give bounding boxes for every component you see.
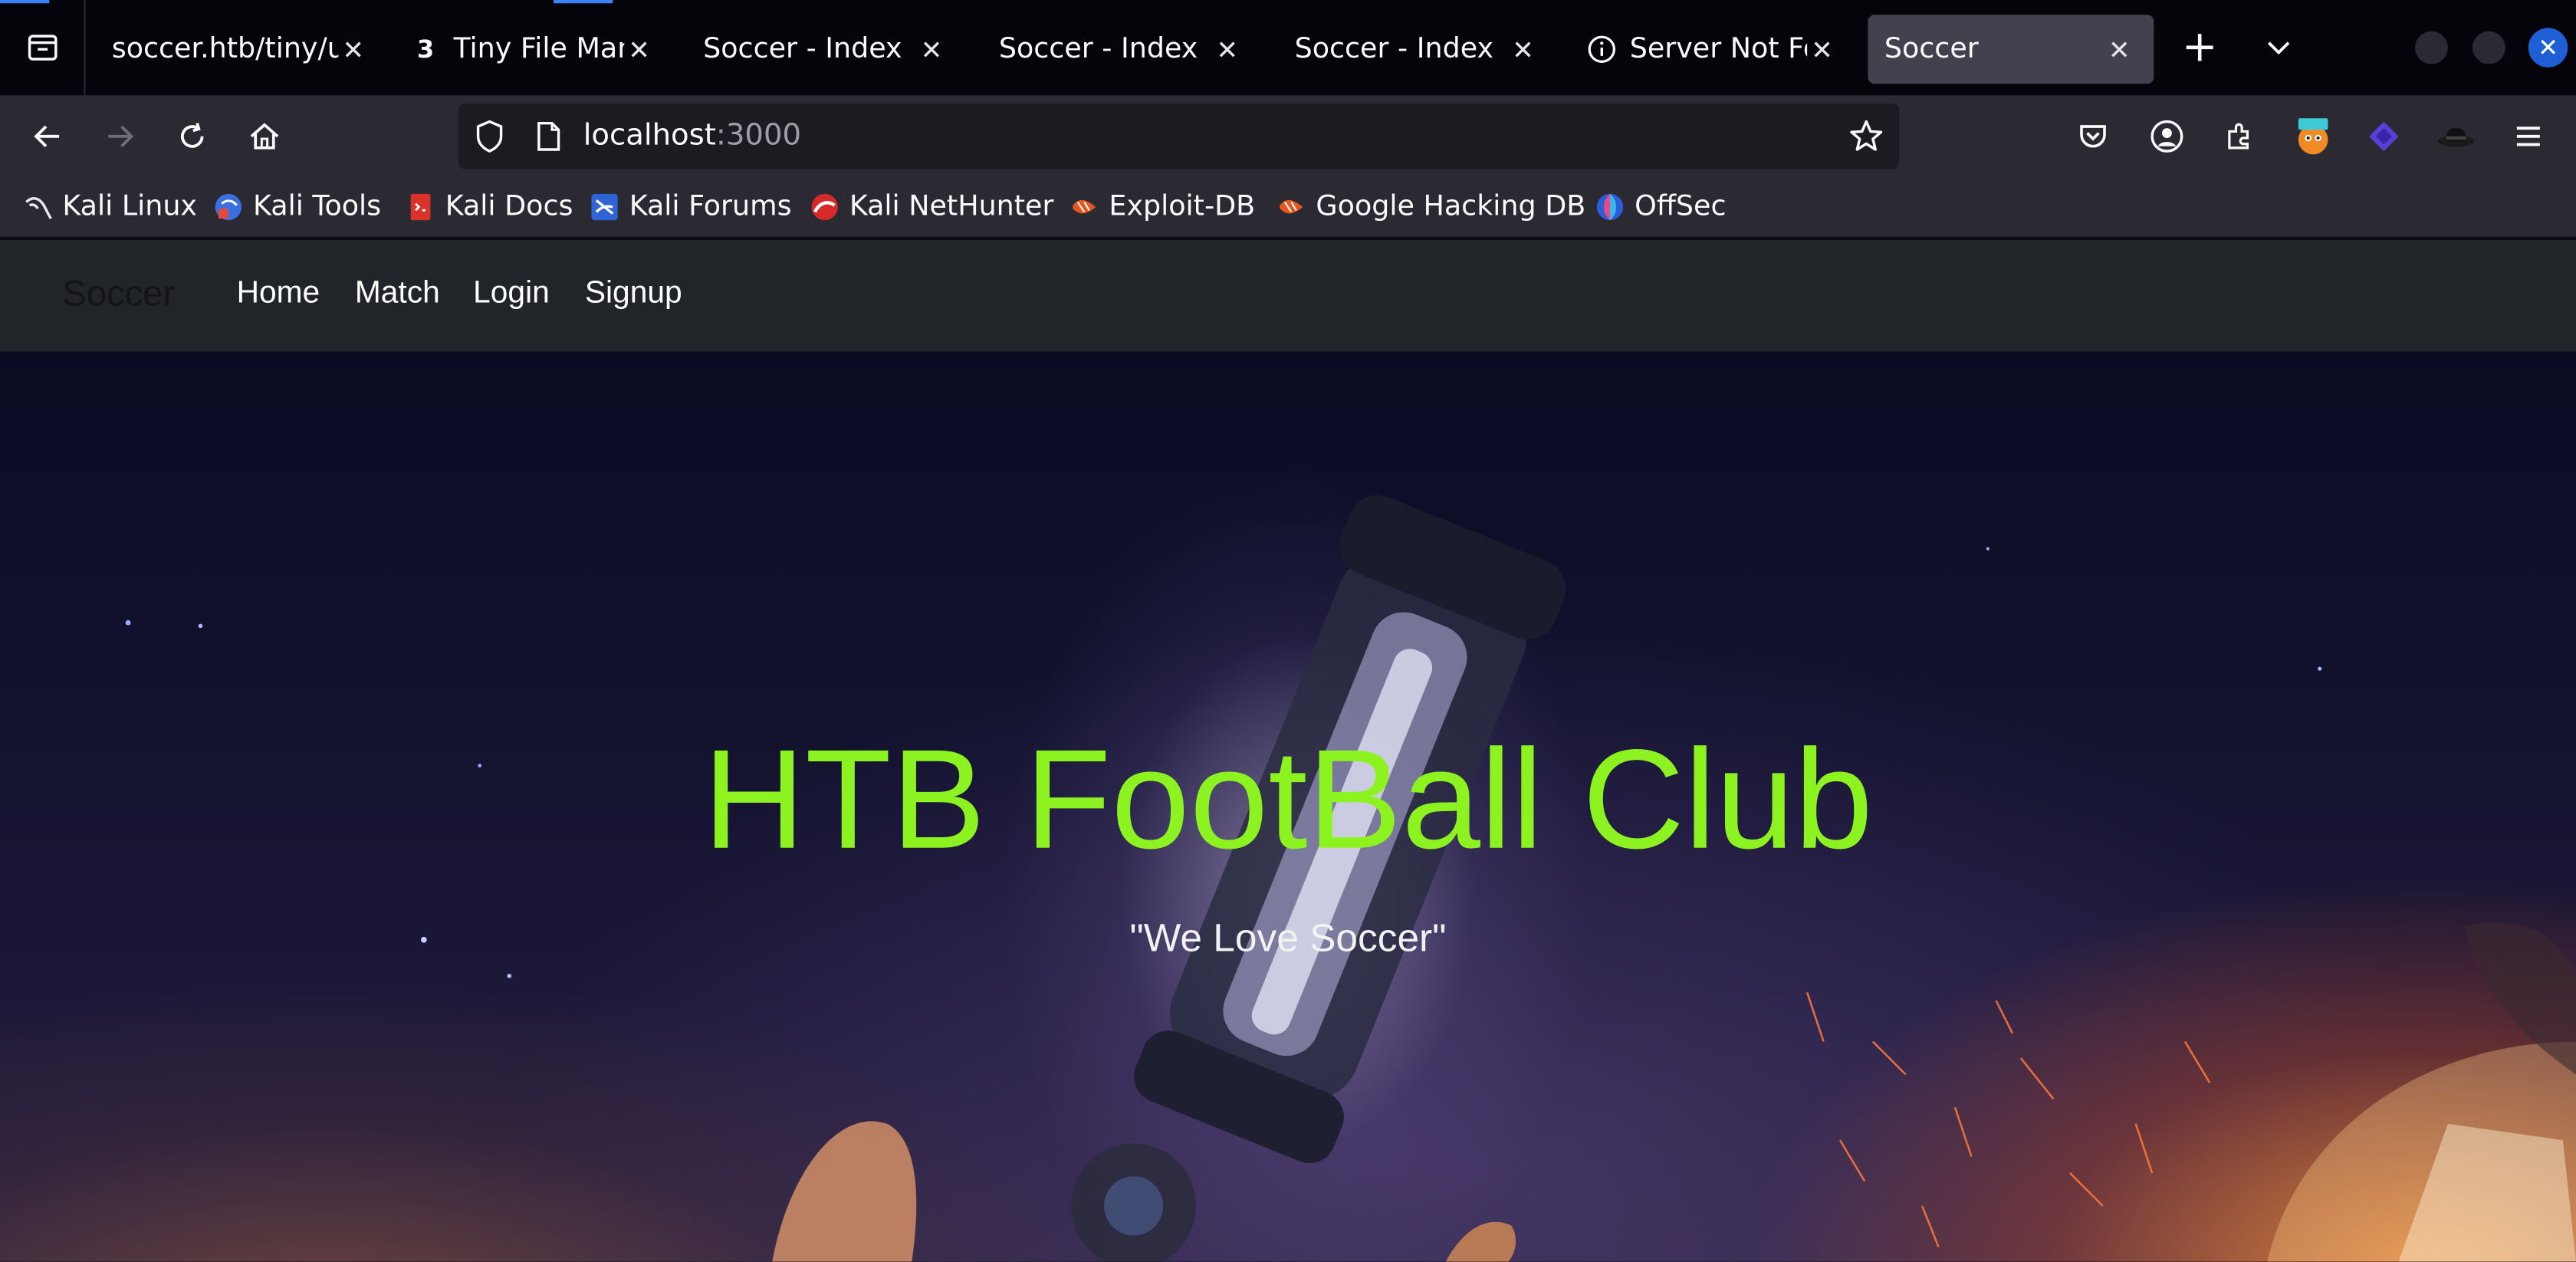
tab-soccer-index-1[interactable]: Soccer - Index ✕ (683, 15, 966, 84)
app-menu-button[interactable] (2504, 112, 2553, 161)
nethunter-icon (810, 192, 840, 222)
url-text[interactable]: localhost:3000 (583, 104, 801, 169)
foxyproxy-icon (2369, 121, 2399, 152)
chevron-down-icon (2267, 41, 2290, 55)
new-tab-button[interactable]: + (2175, 23, 2224, 72)
nav-link-login[interactable]: Login (473, 276, 550, 312)
pocket-button[interactable] (2068, 112, 2118, 161)
web-page: Soccer Home Match Login Signup HTB FootB… (0, 239, 2576, 1262)
tab-soccer-active[interactable]: Soccer ✕ (1868, 15, 2154, 84)
nav-link-match[interactable]: Match (355, 276, 440, 312)
hero-banner: HTB FootBall Club "We Love Soccer" (0, 351, 2576, 1262)
kali-forums-icon (590, 192, 619, 222)
close-tab-icon[interactable]: ✕ (1212, 34, 1242, 65)
tab-soccer-index-2[interactable]: Soccer - Index ✕ (979, 15, 1262, 84)
hat-icon (2438, 128, 2475, 147)
tab-title: Server Not Fo (1629, 32, 1808, 66)
firefox-view-icon (27, 35, 57, 61)
burp-icon (2298, 118, 2328, 155)
site-navbar: Soccer Home Match Login Signup (0, 239, 2576, 352)
tab-server-not-found[interactable]: Server Not Fo ✕ (1571, 15, 1854, 84)
hat-extension-button[interactable] (2431, 112, 2480, 161)
reload-icon (180, 123, 204, 148)
account-icon (2150, 120, 2183, 153)
close-tab-icon[interactable]: ✕ (2104, 34, 2134, 65)
url-bar[interactable]: localhost:3000 (458, 104, 1900, 169)
firefox-view-button[interactable] (0, 0, 86, 96)
url-host: localhost (583, 118, 716, 153)
bookmark-label: Kali Tools (253, 190, 382, 224)
minimize-window-button[interactable] (2415, 31, 2448, 64)
account-button[interactable] (2142, 112, 2191, 161)
close-tab-icon[interactable]: ✕ (624, 34, 654, 65)
bookmark-kali-linux[interactable]: Kali Linux (23, 186, 197, 228)
bookmark-label: Kali Linux (62, 190, 197, 224)
tab-title: Soccer - Index (998, 32, 1198, 66)
home-button[interactable] (240, 112, 289, 161)
site-brand[interactable]: Soccer (62, 273, 175, 316)
nav-link-home[interactable]: Home (237, 276, 320, 312)
forward-arrow-icon (108, 125, 134, 148)
maximize-window-button[interactable] (2472, 31, 2505, 64)
kali-docs-icon (406, 192, 435, 222)
navigation-toolbar: localhost:3000 (0, 95, 2576, 178)
tracking-protection-shield-icon[interactable] (472, 118, 508, 154)
bookmark-label: Kali Docs (445, 190, 573, 224)
bookmark-label: Kali Forums (629, 190, 792, 224)
hero-subtitle: "We Love Soccer" (1129, 916, 1447, 961)
close-tab-icon[interactable]: ✕ (1807, 34, 1837, 65)
hero-title: HTB FootBall Club (702, 721, 1874, 879)
forward-button[interactable] (95, 112, 144, 161)
close-tab-icon[interactable]: ✕ (917, 34, 947, 65)
pocket-icon (2080, 125, 2106, 148)
close-window-button[interactable]: ✕ (2528, 28, 2568, 67)
info-icon (1587, 35, 1617, 64)
tab-indicator (554, 0, 613, 4)
extensions-icon (2228, 123, 2249, 150)
bookmark-offsec[interactable]: OffSec (1595, 186, 1727, 228)
menu-icon (2516, 127, 2540, 146)
nav-link-signup[interactable]: Signup (585, 276, 682, 312)
tab-title: Tiny File Mana (453, 32, 624, 66)
bookmark-exploit-db[interactable]: Exploit-DB (1070, 186, 1255, 228)
tab-title: Soccer - Index (1294, 32, 1494, 66)
kali-dragon-icon (23, 192, 53, 222)
url-port: :3000 (715, 118, 802, 153)
reload-button[interactable] (168, 112, 217, 161)
tiny-file-manager-icon: 3 (416, 35, 435, 64)
tab-tiny-file-manager[interactable]: 3 Tiny File Mana ✕ (388, 15, 671, 84)
bookmark-kali-nethunter[interactable]: Kali NetHunter (810, 186, 1053, 228)
bookmark-label: Exploit-DB (1109, 190, 1256, 224)
bookmark-kali-tools[interactable]: Kali Tools (214, 186, 382, 228)
list-all-tabs-button[interactable] (2254, 23, 2303, 72)
ghdb-icon (1276, 192, 1306, 222)
kali-tools-icon (214, 192, 244, 222)
bookmark-label: Google Hacking DB (1316, 190, 1586, 224)
close-tab-icon[interactable]: ✕ (338, 34, 368, 65)
bookmark-google-hacking-db[interactable]: Google Hacking DB (1276, 186, 1585, 228)
bookmark-star-icon[interactable] (1847, 117, 1886, 156)
tab-strip: soccer.htb/tiny/u ✕ 3 Tiny File Mana ✕ S… (0, 0, 2576, 96)
offsec-icon (1595, 192, 1625, 222)
bookmark-kali-docs[interactable]: Kali Docs (406, 186, 573, 228)
bookmark-label: Kali NetHunter (849, 190, 1054, 224)
bookmarks-toolbar: Kali Linux Kali Tools Kali Docs Kali For… (0, 177, 2576, 238)
tab-title: Soccer (1884, 32, 1979, 66)
exploit-db-icon (1070, 192, 1099, 222)
close-tab-icon[interactable]: ✕ (1508, 34, 1538, 65)
tab-title: soccer.htb/tiny/u (111, 32, 339, 66)
back-button[interactable] (23, 112, 72, 161)
home-icon (250, 123, 279, 150)
tab-soccer-tiny[interactable]: soccer.htb/tiny/u ✕ (92, 15, 388, 84)
bookmark-kali-forums[interactable]: Kali Forums (590, 186, 792, 228)
page-info-icon[interactable] (531, 118, 567, 154)
tab-title: Soccer - Index (703, 32, 902, 66)
extensions-button[interactable] (2215, 112, 2264, 161)
bookmark-label: OffSec (1635, 190, 1727, 224)
foxyproxy-button[interactable] (2359, 112, 2408, 161)
tab-soccer-index-3[interactable]: Soccer - Index ✕ (1275, 15, 1558, 84)
burp-extension-button[interactable] (2288, 112, 2338, 161)
back-arrow-icon (34, 125, 60, 148)
